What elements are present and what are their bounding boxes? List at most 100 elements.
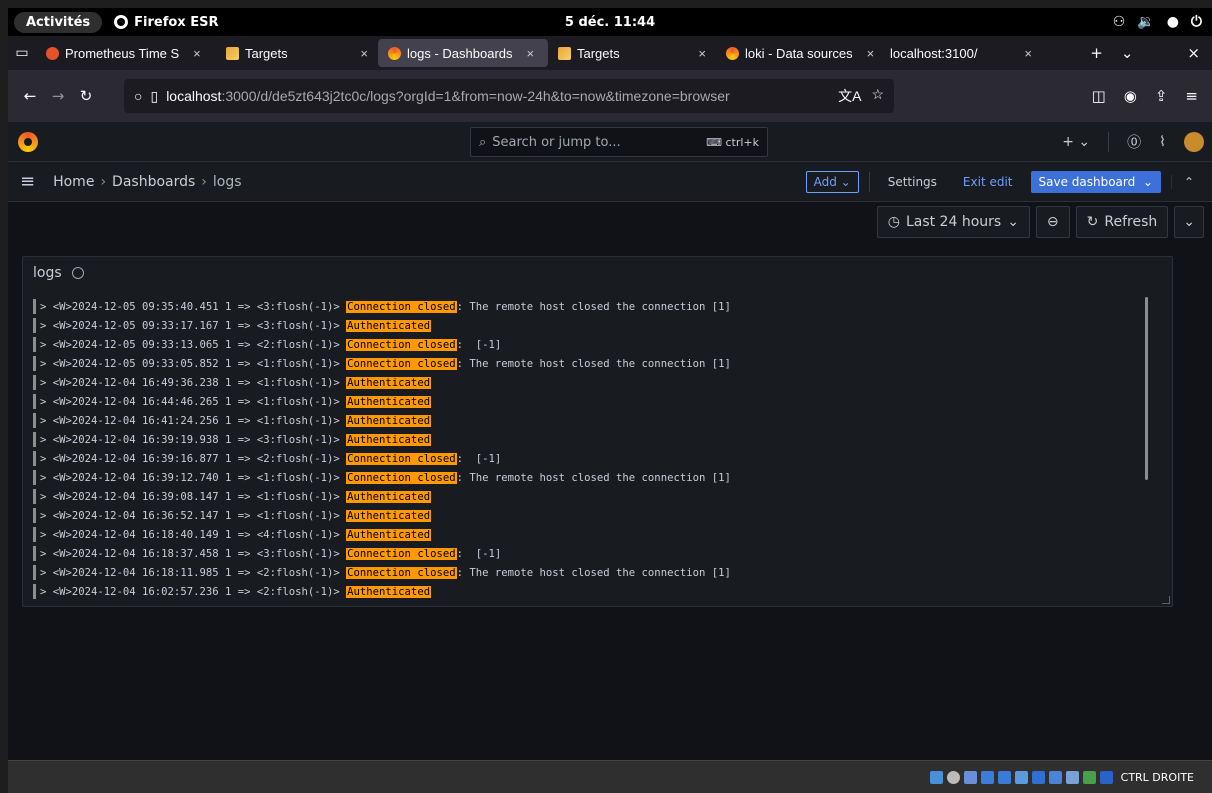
translate-icon[interactable]: 文A (838, 86, 861, 106)
log-row[interactable]: > <W>2024-12-04 16:41:24.256 1 => <1:flo… (33, 411, 1133, 430)
log-row[interactable]: > <W>2024-12-04 16:18:37.458 1 => <3:flo… (33, 544, 1133, 563)
log-prefix: > <W>2024-12-04 16:39:12.740 1 => <1:flo… (40, 471, 347, 484)
log-row[interactable]: > <W>2024-12-04 16:49:36.238 1 => <1:flo… (33, 373, 1133, 392)
settings-button[interactable]: Settings (880, 171, 945, 193)
extensions-icon[interactable]: ⇪ (1155, 87, 1168, 105)
firefox-icon (114, 15, 129, 29)
zoom-out-button[interactable]: ⊖ (1035, 206, 1070, 238)
chevron-down-icon[interactable]: ⌄ (1121, 44, 1134, 62)
log-row[interactable]: > <W>2024-12-04 16:36:52.147 1 => <1:flo… (33, 506, 1133, 525)
host-key-label: CTRL DROITE (1120, 770, 1194, 784)
log-row[interactable]: > <W>2024-12-05 09:35:40.451 1 => <3:flo… (33, 297, 1133, 316)
new-tab-icon[interactable]: + (1090, 44, 1103, 62)
close-icon[interactable]: × (360, 46, 368, 61)
close-icon[interactable]: × (698, 46, 706, 61)
log-highlight: Authenticated (346, 376, 432, 389)
log-row[interactable]: > <W>2024-12-04 16:18:11.985 1 => <2:flo… (33, 563, 1133, 582)
tab-logs-dashboards[interactable]: logs - Dashboards × (378, 39, 548, 67)
account-icon[interactable]: ◉ (1124, 87, 1137, 105)
time-range-picker[interactable]: ◷ Last 24 hours ⌄ (876, 206, 1030, 238)
collapse-icon[interactable]: ⌃ (1170, 174, 1200, 189)
log-suffix: : The remote host closed the connection … (456, 471, 731, 484)
help-icon[interactable]: ⓪ (1127, 132, 1141, 152)
optical-drive-icon[interactable] (946, 770, 960, 784)
log-level-bar (33, 527, 36, 542)
activities-button[interactable]: Activités (14, 11, 103, 33)
log-row[interactable]: > <W>2024-12-04 16:39:16.877 1 => <2:flo… (33, 449, 1133, 468)
guest-additions-icon[interactable] (1082, 770, 1096, 784)
log-row[interactable]: > <W>2024-12-05 09:33:17.167 1 => <3:flo… (33, 316, 1133, 335)
news-icon[interactable]: ⌇ (1159, 134, 1166, 150)
search-icon: ⌕ (479, 134, 487, 150)
forward-icon[interactable]: → (44, 87, 72, 105)
menu-icon[interactable]: ≡ (1185, 87, 1198, 105)
display-icon[interactable] (1031, 770, 1045, 784)
tab-targets[interactable]: Targets × (216, 36, 378, 70)
log-row[interactable]: > <W>2024-12-04 16:39:19.938 1 => <3:flo… (33, 430, 1133, 449)
recording-icon[interactable] (1048, 770, 1062, 784)
refresh-label: Refresh (1104, 214, 1158, 230)
close-icon[interactable]: × (867, 46, 875, 61)
tab-loki-datasources[interactable]: loki - Data sources × (716, 36, 880, 70)
dashboard-actions: Add ⌄ Settings Exit edit Save dashboard … (805, 170, 1200, 193)
log-row[interactable]: > <W>2024-12-04 16:39:08.147 1 => <1:flo… (33, 487, 1133, 506)
page-icon[interactable]: ▯ (150, 88, 158, 105)
save-dashboard-button[interactable]: Save dashboard ⌄ (1030, 170, 1161, 193)
app-menu[interactable]: Firefox ESR (114, 15, 218, 30)
tab-list-icon[interactable]: ▭ (8, 45, 36, 61)
tab-targets-2[interactable]: Targets × (548, 36, 716, 70)
exit-edit-button[interactable]: Exit edit (955, 171, 1021, 193)
scrollbar[interactable] (1145, 297, 1148, 480)
panel-header[interactable]: logs (33, 265, 84, 281)
log-level-bar (33, 318, 36, 333)
refresh-button[interactable]: ↻ Refresh (1075, 206, 1169, 238)
bookmark-star-icon[interactable]: ☆ (871, 86, 884, 106)
logs-panel[interactable]: logs > <W>2024-12-05 09:35:40.451 1 => <… (22, 256, 1173, 607)
audio-icon[interactable] (963, 770, 977, 784)
log-row[interactable]: > <W>2024-12-04 16:39:12.740 1 => <1:flo… (33, 468, 1133, 487)
log-row[interactable]: > <W>2024-12-04 16:44:46.265 1 => <1:flo… (33, 392, 1133, 411)
resize-handle[interactable] (1162, 596, 1170, 604)
url-bar[interactable]: ○ ▯ localhost:3000/d/de5zt643j2tc0c/logs… (124, 79, 894, 113)
log-row[interactable]: > <W>2024-12-05 09:33:05.852 1 => <1:flo… (33, 354, 1133, 373)
log-prefix: > <W>2024-12-05 09:33:05.852 1 => <1:flo… (40, 357, 347, 370)
shield-icon[interactable]: ○ (134, 88, 142, 104)
cpu-icon[interactable] (1065, 770, 1079, 784)
mouse-integration-icon[interactable] (1099, 770, 1113, 784)
log-suffix: : [-1] (456, 547, 502, 560)
search-input[interactable]: ⌕ Search or jump to... ⌨ ctrl+k (470, 127, 768, 157)
add-button[interactable]: Add ⌄ (805, 170, 859, 193)
log-row[interactable]: > <W>2024-12-05 09:33:13.065 1 => <2:flo… (33, 335, 1133, 354)
hamburger-menu-icon[interactable]: ≡ (20, 171, 35, 192)
usb-icon[interactable] (997, 770, 1011, 784)
log-list: > <W>2024-12-05 09:35:40.451 1 => <3:flo… (33, 297, 1133, 601)
tab-bar: ▭ Prometheus Time S × Targets × logs - D… (8, 36, 1212, 70)
close-icon[interactable]: × (527, 46, 535, 61)
log-row[interactable]: > <W>2024-12-04 16:18:40.149 1 => <4:flo… (33, 525, 1133, 544)
log-row[interactable]: > <W>2024-12-04 16:02:57.236 1 => <2:flo… (33, 582, 1133, 601)
window-close-icon[interactable]: × (1187, 44, 1200, 62)
new-icon[interactable]: + ⌄ (1062, 134, 1090, 150)
breadcrumb-home[interactable]: Home (53, 174, 94, 190)
refresh-interval-dropdown[interactable]: ⌄ (1174, 206, 1204, 238)
breadcrumb-dashboards[interactable]: Dashboards (112, 174, 195, 190)
pocket-icon[interactable]: ◫ (1092, 87, 1106, 105)
grafana-logo-icon[interactable] (18, 131, 38, 152)
clock[interactable]: 5 déc. 11:44 (565, 15, 655, 30)
nav-right-tools: ◫ ◉ ⇪ ≡ (1092, 87, 1204, 105)
close-icon[interactable]: × (193, 46, 201, 61)
avatar[interactable] (1184, 131, 1204, 152)
log-level-bar (33, 394, 36, 409)
system-tray[interactable]: ⚇ 🔉 ● ⏻ (1113, 14, 1202, 30)
network-adapter-icon[interactable] (980, 770, 994, 784)
log-highlight: Authenticated (346, 433, 432, 446)
back-icon[interactable]: ← (16, 87, 44, 105)
log-prefix: > <W>2024-12-05 09:33:13.065 1 => <2:flo… (40, 338, 347, 351)
close-icon[interactable]: × (1024, 46, 1032, 61)
storage-icon[interactable] (929, 770, 943, 784)
tab-localhost-3100[interactable]: localhost:3100/ × (880, 36, 1042, 70)
info-icon[interactable] (71, 267, 84, 279)
reload-icon[interactable]: ↻ (72, 87, 100, 105)
shared-folder-icon[interactable] (1014, 770, 1028, 784)
tab-prometheus[interactable]: Prometheus Time S × (36, 36, 216, 70)
